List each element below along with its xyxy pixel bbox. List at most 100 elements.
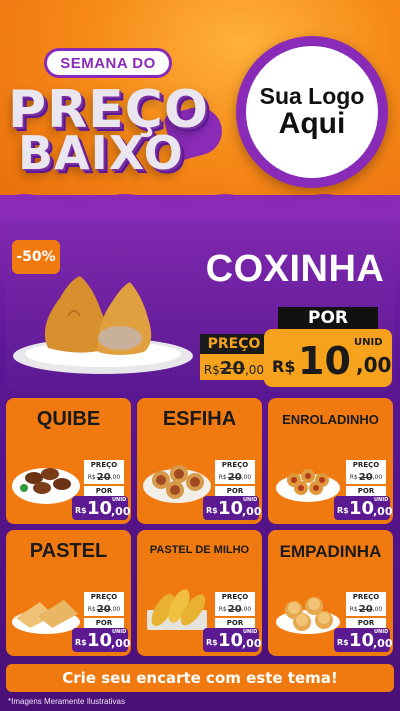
price-dec: ,00	[373, 505, 393, 518]
unit: UNID	[243, 629, 258, 635]
old-dec: ,00	[372, 473, 383, 481]
price: R$ 10 UNID ,00	[72, 628, 131, 652]
price-dec: ,00	[373, 637, 393, 650]
por-label: POR	[346, 486, 386, 496]
old-currency: R$	[87, 605, 96, 613]
price: R$ 10 UNID ,00	[72, 496, 131, 520]
old-dec: ,00	[372, 605, 383, 613]
old-price: R$ 20,00	[346, 470, 386, 484]
logo-line2: Aqui	[278, 107, 346, 141]
price-int: 10	[87, 630, 113, 651]
old-dec: ,00	[110, 473, 121, 481]
hero-preco-label: PREÇO	[200, 334, 268, 354]
old-currency: R$	[218, 473, 227, 481]
unit: UNID	[112, 497, 127, 503]
old-currency: R$	[349, 605, 358, 613]
currency: R$	[75, 506, 87, 515]
por-label: POR	[84, 618, 124, 628]
old-int: 20	[358, 603, 373, 615]
flyer: SEMANA DO PREÇO BAIXO Sua Logo Aqui -50%…	[0, 0, 400, 711]
price-dec: ,00	[111, 505, 131, 518]
enroladinho-image	[276, 469, 340, 502]
wave-divider	[0, 194, 400, 220]
hero-price-dec: ,00	[356, 353, 392, 377]
old-currency: R$	[87, 473, 96, 481]
price: R$ 10 UNID ,00	[334, 496, 393, 520]
esfiha-image	[143, 465, 211, 503]
por-label: POR	[346, 618, 386, 628]
old-price: R$ 20,00	[84, 602, 124, 616]
hero-price: R$ 10 UNID ,00	[264, 329, 392, 387]
hero-old-int: 20	[219, 358, 245, 379]
price-int: 10	[218, 630, 244, 651]
price: R$ 10 UNID ,00	[203, 628, 262, 652]
price-int: 10	[218, 498, 244, 519]
por-label: POR	[215, 618, 255, 628]
product-name: EMPADINHA	[279, 542, 382, 561]
logo-circle: Sua Logo Aqui	[246, 46, 378, 178]
unit: UNID	[243, 497, 258, 503]
hero-price-int: 10	[298, 339, 351, 383]
coxinha-image	[13, 276, 193, 374]
old-price: R$ 20,00	[346, 602, 386, 616]
pastel-image	[12, 600, 80, 634]
product-name: PASTEL	[29, 540, 108, 562]
product-name: QUIBE	[36, 408, 101, 430]
product-name: ENROLADINHO	[282, 412, 379, 427]
disclaimer: *Imagens Meramente Ilustrativas	[8, 697, 125, 706]
old-price: R$ 20,00	[215, 470, 255, 484]
old-int: 20	[227, 471, 242, 483]
price-int: 10	[349, 498, 375, 519]
old-int: 20	[96, 603, 111, 615]
logo-placeholder: Sua Logo Aqui	[236, 36, 388, 188]
product-card-esfiha: ESFIHA PREÇO R$ 20,00 POR R$ 10 UNID ,00	[137, 398, 262, 524]
product-card-enroladinho: ENROLADINHO PREÇO R$ 20,00 POR R$ 10 UNID ,0…	[268, 398, 393, 524]
preco-label: PREÇO	[346, 460, 386, 470]
preco-label: PREÇO	[84, 460, 124, 470]
hero-old-currency: R$	[203, 363, 220, 377]
cta-banner[interactable]: Crie seu encarte com este tema!	[6, 664, 394, 692]
product-card-pastel: PASTEL PREÇO R$ 20,00 POR R$ 10 UNID ,00	[6, 530, 131, 656]
discount-badge: -50%	[12, 240, 60, 274]
currency: R$	[206, 506, 218, 515]
preco-label: PREÇO	[215, 592, 255, 602]
quibe-image	[12, 468, 80, 504]
price-int: 10	[349, 630, 375, 651]
price-dec: ,00	[111, 637, 131, 650]
product-name: PASTEL DE MILHO	[149, 544, 250, 556]
unit: UNID	[374, 629, 389, 635]
por-label: POR	[215, 486, 255, 496]
hero-old-dec: ,00	[244, 363, 265, 377]
old-dec: ,00	[110, 605, 121, 613]
old-currency: R$	[349, 473, 358, 481]
preco-label: PREÇO	[215, 460, 255, 470]
price-int: 10	[87, 498, 113, 519]
por-label: POR	[84, 486, 124, 496]
currency: R$	[337, 638, 349, 647]
currency: R$	[206, 638, 218, 647]
old-currency: R$	[218, 605, 227, 613]
price-dec: ,00	[242, 505, 262, 518]
currency: R$	[75, 638, 87, 647]
preco-label: PREÇO	[346, 592, 386, 602]
hero-por-label: POR	[278, 307, 378, 329]
product-card-empadinha: EMPADINHA PREÇO R$ 20,00 POR R$ 10 UNID ,00	[268, 530, 393, 656]
old-int: 20	[227, 603, 242, 615]
hero-product-name: COXINHA	[205, 248, 385, 290]
old-price: R$ 20,00	[215, 602, 255, 616]
price: R$ 10 UNID ,00	[334, 628, 393, 652]
old-int: 20	[96, 471, 111, 483]
hero-old-price: R$ 20 ,00	[200, 354, 268, 380]
hero-currency: R$	[272, 357, 296, 376]
title-baixo: BAIXO	[18, 126, 184, 180]
old-price: R$ 20,00	[84, 470, 124, 484]
logo-line1: Sua Logo	[259, 83, 365, 110]
week-badge: SEMANA DO	[44, 48, 172, 78]
price: R$ 10 UNID ,00	[203, 496, 262, 520]
product-card-quibe: QUIBE PREÇO R$ 20,00 POR R$ 10 UNID ,00	[6, 398, 131, 524]
product-name: ESFIHA	[162, 408, 237, 430]
unit: UNID	[112, 629, 127, 635]
pastel-de-milho-image	[147, 589, 207, 630]
preco-label: PREÇO	[84, 592, 124, 602]
price-dec: ,00	[242, 637, 262, 650]
